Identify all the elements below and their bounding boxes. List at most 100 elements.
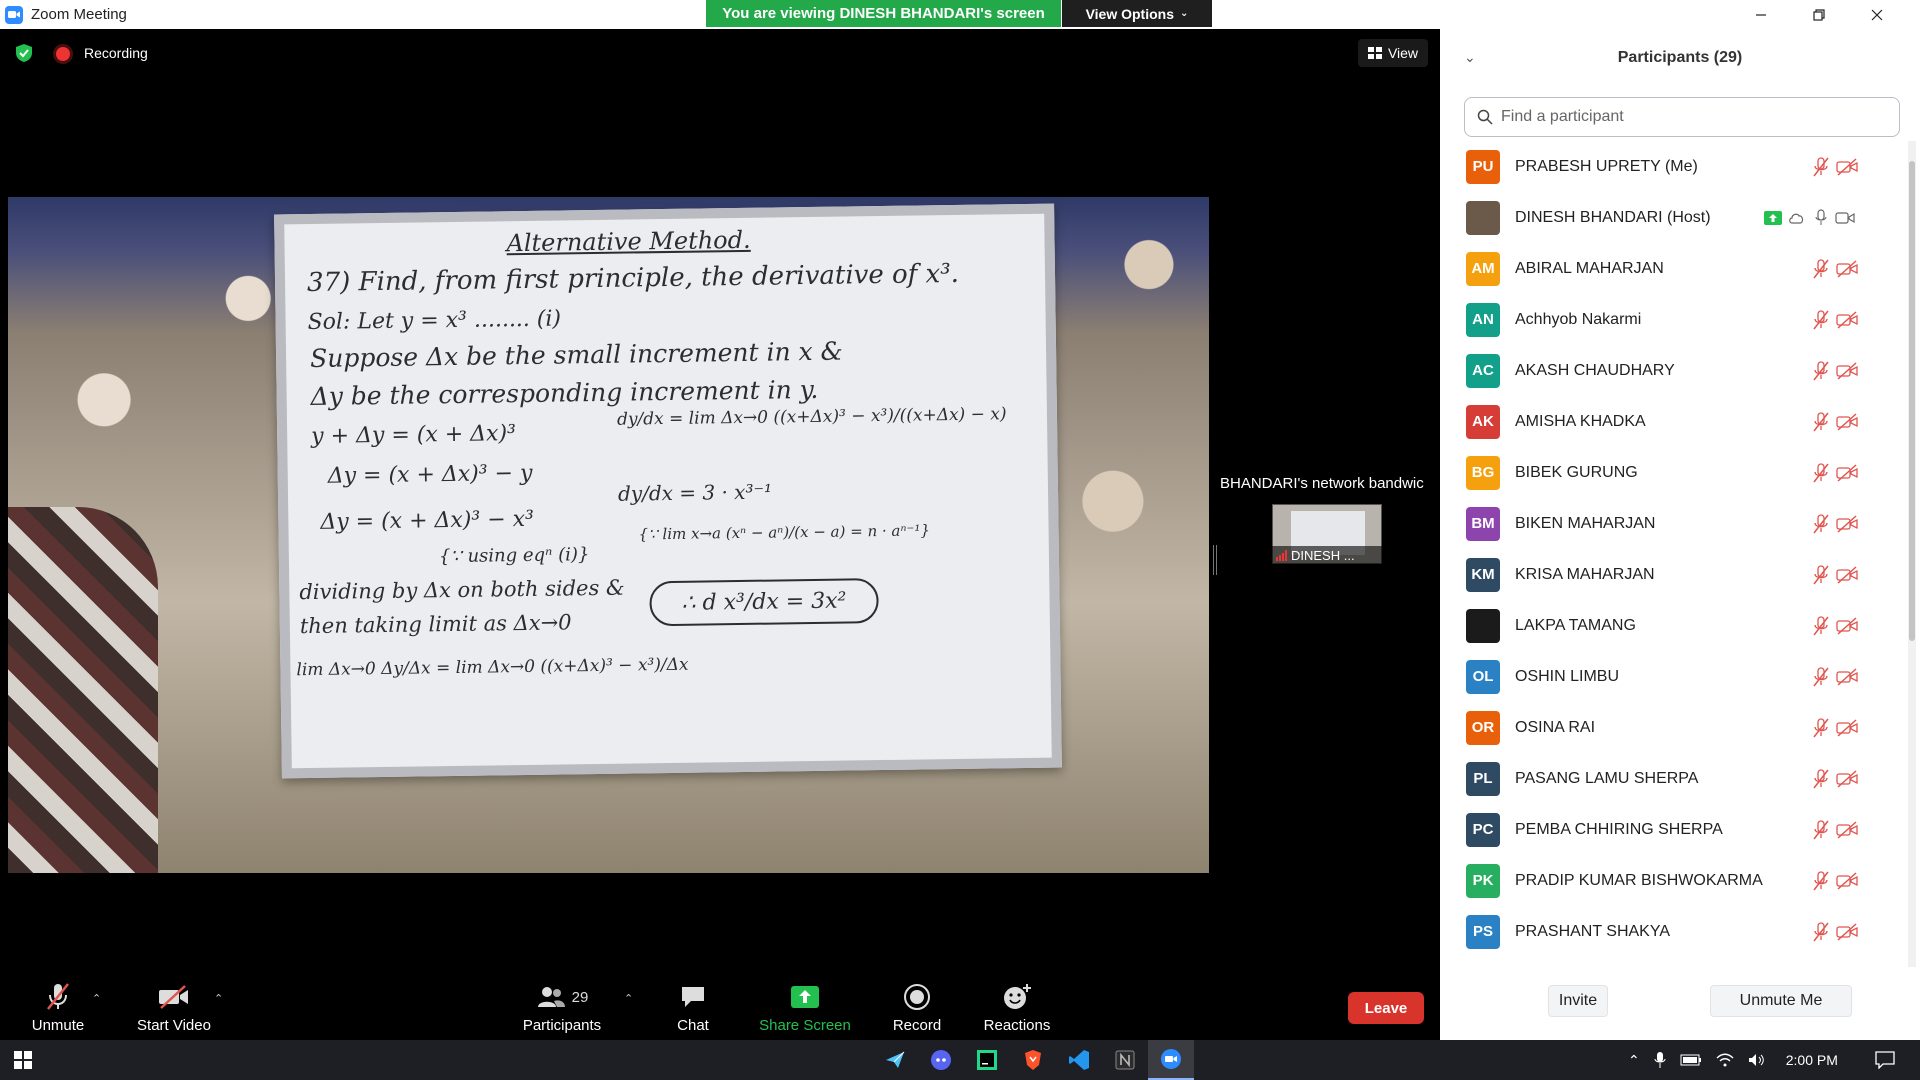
unmute-me-button[interactable]: Unmute Me xyxy=(1710,985,1852,1017)
participant-row[interactable]: OR OSINA RAI xyxy=(1440,702,1908,753)
participant-row[interactable]: PC PEMBA CHHIRING SHERPA xyxy=(1440,804,1908,855)
participant-search-input[interactable] xyxy=(1501,108,1881,126)
taskbar-app-files[interactable] xyxy=(872,1040,918,1080)
participant-row[interactable]: PL PASANG LAMU SHERPA xyxy=(1440,753,1908,804)
participant-row[interactable]: BG BIBEK GURUNG xyxy=(1440,447,1908,498)
record-button[interactable]: Record xyxy=(884,976,950,1040)
microphone-muted-icon[interactable] xyxy=(1810,156,1832,178)
share-screen-button[interactable]: Share Screen xyxy=(754,976,856,1040)
close-button[interactable] xyxy=(1848,0,1906,29)
video-off-icon[interactable] xyxy=(1836,156,1858,178)
volume-icon[interactable] xyxy=(1748,1053,1766,1067)
microphone-muted-icon[interactable] xyxy=(1810,768,1832,790)
microphone-muted-icon[interactable] xyxy=(1810,870,1832,892)
encryption-shield-icon[interactable] xyxy=(14,43,34,63)
chat-button[interactable]: Chat xyxy=(663,976,723,1040)
video-off-icon[interactable] xyxy=(1836,411,1858,433)
notification-center-button[interactable] xyxy=(1862,1040,1908,1080)
participant-row[interactable]: AM ABIRAL MAHARJAN xyxy=(1440,243,1908,294)
wifi-icon[interactable] xyxy=(1716,1053,1734,1067)
remote-control-icon[interactable] xyxy=(1786,207,1808,229)
video-off-icon[interactable] xyxy=(1836,768,1858,790)
participant-avatar: AN xyxy=(1466,302,1500,337)
unmute-button[interactable]: Unmute xyxy=(20,976,96,1040)
video-off-icon[interactable] xyxy=(1836,717,1858,739)
invite-button[interactable]: Invite xyxy=(1548,985,1608,1017)
participant-row[interactable]: PS PRASHANT SHAKYA xyxy=(1440,906,1908,957)
sharing-screen-icon[interactable] xyxy=(1762,207,1784,229)
video-off-icon xyxy=(159,985,188,1009)
participant-name: PASANG LAMU SHERPA xyxy=(1515,769,1699,787)
microphone-muted-icon[interactable] xyxy=(1810,360,1832,382)
battery-icon[interactable] xyxy=(1680,1054,1702,1066)
microphone-muted-icon[interactable] xyxy=(1810,513,1832,535)
shared-screen[interactable]: Alternative Method. 37) Find, from first… xyxy=(8,197,1209,873)
participant-row[interactable]: OL OSHIN LIMBU xyxy=(1440,651,1908,702)
participant-row[interactable]: AK AMISHA KHADKA xyxy=(1440,396,1908,447)
participants-button[interactable]: 29 Participants xyxy=(518,976,606,1040)
video-camera-icon[interactable] xyxy=(1834,207,1856,229)
audio-options-caret[interactable]: ⌃ xyxy=(92,992,101,1005)
taskbar-app-pycharm[interactable] xyxy=(964,1040,1010,1080)
microphone-muted-icon[interactable] xyxy=(1810,462,1832,484)
start-video-button[interactable]: Start Video xyxy=(130,976,218,1040)
video-options-caret[interactable]: ⌃ xyxy=(214,992,223,1005)
participant-search-box[interactable] xyxy=(1464,97,1900,137)
participant-row[interactable]: PK PRADIP KUMAR BISHWOKARMA xyxy=(1440,855,1908,906)
video-off-icon[interactable] xyxy=(1836,666,1858,688)
microphone-icon[interactable] xyxy=(1810,207,1832,229)
view-button[interactable]: View xyxy=(1358,39,1428,67)
leave-button[interactable]: Leave xyxy=(1348,992,1424,1024)
restore-button[interactable] xyxy=(1790,0,1848,29)
view-options-button[interactable]: View Options ⌄ xyxy=(1062,0,1212,27)
scrollbar-thumb[interactable] xyxy=(1909,161,1915,641)
taskbar-app-discord[interactable] xyxy=(918,1040,964,1080)
minimize-button[interactable] xyxy=(1732,0,1790,29)
microphone-muted-icon[interactable] xyxy=(1810,717,1832,739)
clock-time[interactable]: 2:00 PM xyxy=(1786,1052,1838,1068)
video-off-icon[interactable] xyxy=(1836,462,1858,484)
video-off-icon[interactable] xyxy=(1836,360,1858,382)
participant-row[interactable]: AC AKASH CHAUDHARY xyxy=(1440,345,1908,396)
taskbar-app-vscode[interactable] xyxy=(1056,1040,1102,1080)
show-hidden-icons-chevron-icon[interactable]: ⌃ xyxy=(1628,1052,1640,1069)
video-off-icon[interactable] xyxy=(1836,615,1858,637)
microphone-muted-icon[interactable] xyxy=(1810,309,1832,331)
video-off-icon[interactable] xyxy=(1836,870,1858,892)
record-icon xyxy=(904,984,930,1010)
reactions-button[interactable]: Reactions xyxy=(976,976,1058,1040)
participants-options-caret[interactable]: ⌃ xyxy=(624,992,633,1005)
participant-row[interactable]: LAKPA TAMANG xyxy=(1440,600,1908,651)
participant-list-scrollbar[interactable] xyxy=(1908,141,1916,967)
participant-row[interactable]: DINESH BHANDARI (Host) xyxy=(1440,192,1908,243)
tray-microphone-icon[interactable] xyxy=(1654,1051,1666,1069)
weak-signal-icon xyxy=(1276,549,1287,561)
microphone-muted-icon[interactable] xyxy=(1810,258,1832,280)
panel-splitter-handle[interactable] xyxy=(1213,545,1217,575)
microphone-muted-icon[interactable] xyxy=(1810,564,1832,586)
microphone-muted-icon[interactable] xyxy=(1810,666,1832,688)
video-off-icon[interactable] xyxy=(1836,819,1858,841)
taskbar-app-zoom[interactable] xyxy=(1148,1040,1194,1080)
participant-avatar: PS xyxy=(1466,914,1500,949)
participant-row[interactable]: AN Achhyob Nakarmi xyxy=(1440,294,1908,345)
participant-row[interactable]: PU PRABESH UPRETY (Me) xyxy=(1440,141,1908,192)
participant-avatar: AC xyxy=(1466,353,1500,388)
microphone-muted-icon[interactable] xyxy=(1810,411,1832,433)
microphone-muted-icon[interactable] xyxy=(1810,819,1832,841)
participant-name: PRABESH UPRETY (Me) xyxy=(1515,157,1698,175)
video-off-icon[interactable] xyxy=(1836,309,1858,331)
video-off-icon[interactable] xyxy=(1836,921,1858,943)
participant-row[interactable]: BM BIKEN MAHARJAN xyxy=(1440,498,1908,549)
microphone-muted-icon[interactable] xyxy=(1810,921,1832,943)
video-off-icon[interactable] xyxy=(1836,258,1858,280)
video-off-icon[interactable] xyxy=(1836,564,1858,586)
microphone-muted-icon[interactable] xyxy=(1810,615,1832,637)
participant-avatar: KM xyxy=(1466,557,1500,592)
video-off-icon[interactable] xyxy=(1836,513,1858,535)
participant-row[interactable]: KM KRISA MAHARJAN xyxy=(1440,549,1908,600)
taskbar-app-brave[interactable] xyxy=(1010,1040,1056,1080)
notification-icon xyxy=(1875,1051,1895,1069)
taskbar-app-notion[interactable] xyxy=(1102,1040,1148,1080)
start-button[interactable] xyxy=(0,1040,46,1080)
